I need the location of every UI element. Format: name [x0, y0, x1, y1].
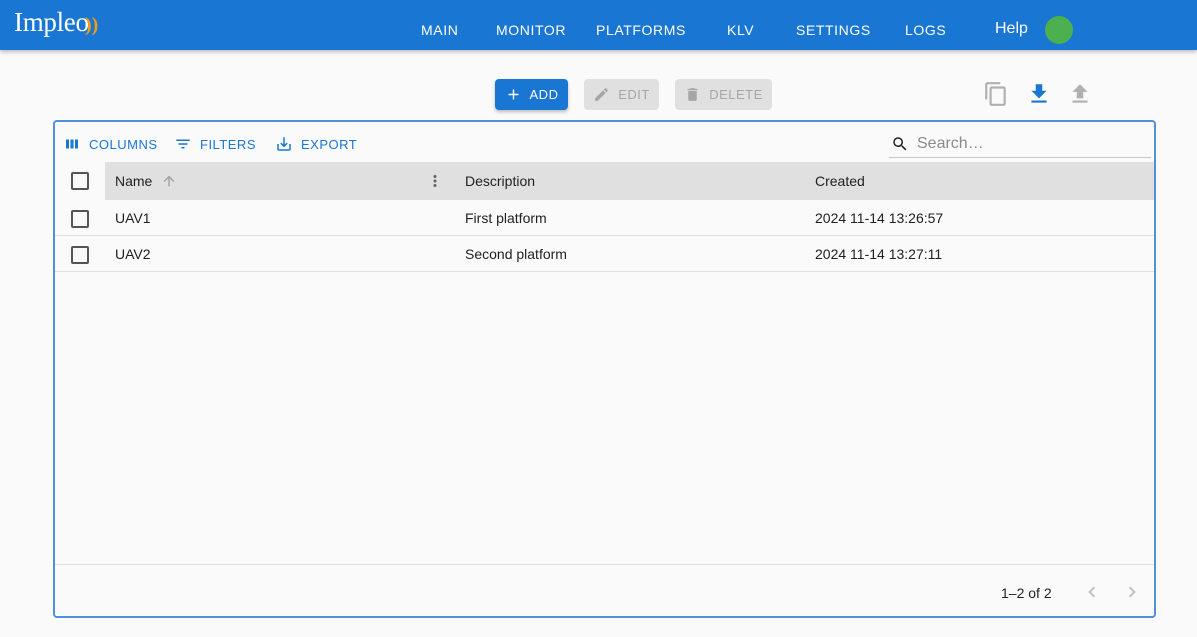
column-header-name[interactable]: Name	[115, 173, 152, 189]
edit-button-label: EDIT	[618, 87, 650, 102]
table-row[interactable]: UAV1 First platform 2024 11-14 13:26:57	[55, 200, 1154, 236]
copy-icon	[985, 82, 1006, 106]
delete-button-label: DELETE	[709, 87, 763, 102]
arrow-up-icon[interactable]	[161, 173, 177, 189]
export-button[interactable]: EXPORT	[275, 134, 357, 154]
app-logo[interactable]: Impleo	[14, 7, 89, 38]
row-checkbox[interactable]	[71, 210, 89, 228]
next-page-button[interactable]	[1121, 581, 1143, 603]
table-header-row: Name Description Created	[55, 162, 1154, 200]
select-all-checkbox[interactable]	[71, 172, 89, 190]
cell-description: Second platform	[465, 246, 567, 262]
plus-icon	[508, 89, 518, 100]
platforms-data-grid: COLUMNS FILTERS EXPORT Name Description …	[53, 120, 1156, 618]
search-input[interactable]	[915, 133, 1145, 154]
add-button[interactable]: ADD	[495, 79, 568, 110]
more-vertical-icon[interactable]	[426, 172, 444, 190]
delete-button[interactable]: DELETE	[675, 79, 772, 110]
nav-platforms[interactable]: PLATFORMS	[596, 0, 686, 50]
pencil-icon	[595, 88, 609, 101]
table-footer: 1–2 of 2	[55, 564, 1154, 616]
column-header-created[interactable]: Created	[815, 173, 865, 189]
previous-page-button[interactable]	[1081, 581, 1103, 603]
add-button-label: ADD	[529, 87, 559, 102]
nav-klv[interactable]: KLV	[727, 0, 754, 50]
filter-icon	[176, 139, 190, 149]
cell-name: UAV1	[115, 210, 151, 226]
app-bar: Impleo )) MAIN MONITOR PLATFORMS KLV SET…	[0, 0, 1197, 50]
export-icon	[277, 137, 291, 151]
edit-button[interactable]: EDIT	[584, 79, 659, 110]
connection-status-indicator	[1045, 16, 1073, 44]
cell-description: First platform	[465, 210, 547, 226]
cell-created: 2024 11-14 13:26:57	[815, 210, 944, 226]
search-box	[889, 130, 1151, 158]
columns-button[interactable]: COLUMNS	[63, 134, 158, 154]
columns-button-label: COLUMNS	[89, 136, 158, 152]
column-header-description[interactable]: Description	[465, 173, 535, 189]
download-button[interactable]	[1026, 81, 1052, 107]
help-link[interactable]: Help	[995, 0, 1028, 50]
copy-button[interactable]	[983, 81, 1009, 107]
table-row[interactable]: UAV2 Second platform 2024 11-14 13:27:11	[55, 236, 1154, 272]
search-icon	[893, 136, 907, 150]
cell-created: 2024 11-14 13:27:11	[815, 246, 943, 262]
cell-name: UAV2	[115, 246, 151, 262]
download-icon	[1031, 84, 1047, 103]
nav-logs[interactable]: LOGS	[905, 0, 946, 50]
upload-button[interactable]	[1067, 81, 1093, 107]
logo-mark: ))	[85, 14, 99, 36]
pagination-range: 1–2 of 2	[1001, 585, 1052, 601]
nav-main[interactable]: MAIN	[421, 0, 458, 50]
columns-icon	[66, 139, 78, 149]
filters-button-label: FILTERS	[200, 136, 256, 152]
nav-monitor[interactable]: MONITOR	[496, 0, 566, 50]
export-button-label: EXPORT	[301, 136, 358, 152]
trash-icon	[687, 88, 698, 101]
filters-button[interactable]: FILTERS	[174, 134, 256, 154]
row-checkbox[interactable]	[71, 246, 89, 264]
upload-icon	[1072, 84, 1088, 103]
nav-settings[interactable]: SETTINGS	[796, 0, 871, 50]
